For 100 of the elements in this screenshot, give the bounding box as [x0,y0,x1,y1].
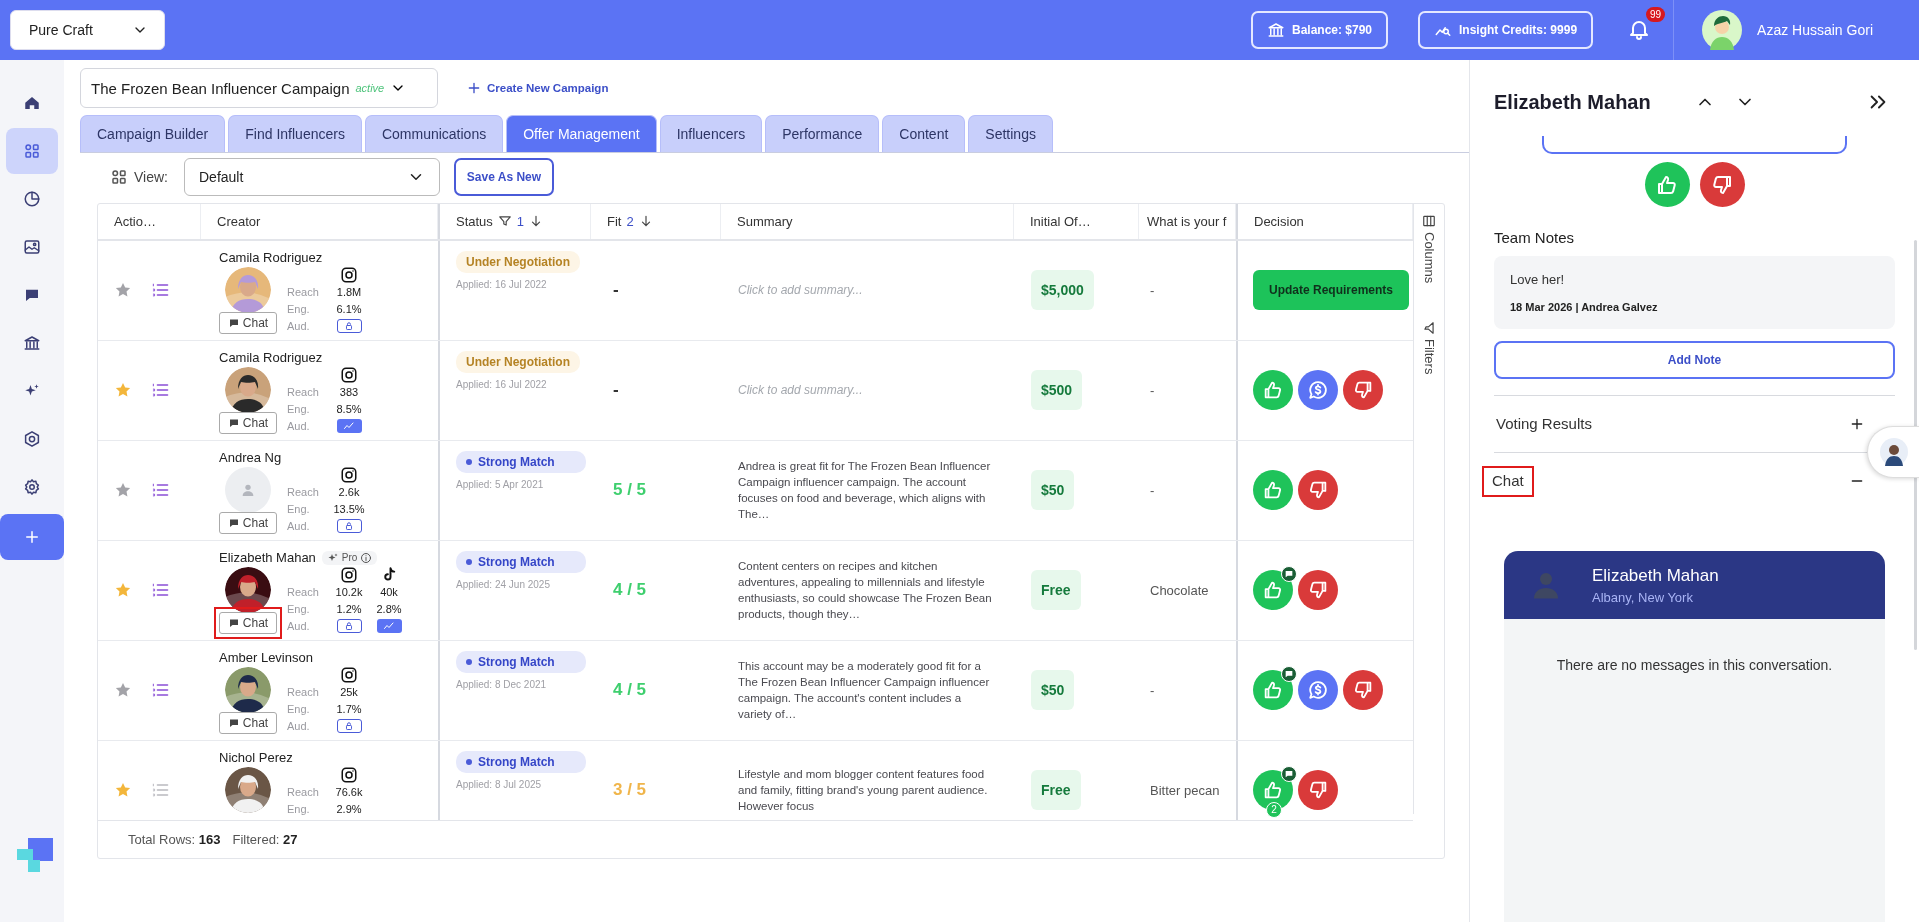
metric-value: 25k [340,686,358,699]
metric-value: 1.2% [336,603,362,616]
thumbs-up-button[interactable] [1644,162,1690,207]
metric-label: Reach [287,786,320,799]
create-campaign-link[interactable]: Create New Campaign [466,80,609,96]
column-header[interactable]: Creator [201,204,438,239]
tab[interactable]: Campaign Builder [80,115,226,152]
pie-chart-icon [23,190,41,208]
creator-name[interactable]: Andrea Ng [219,450,282,466]
thumbs-down-button[interactable] [1343,370,1383,411]
fit-score: 3 / 5 [613,780,647,801]
tab[interactable]: Settings [968,115,1053,152]
creator-name[interactable]: Amber Levinson [219,650,313,666]
column-header[interactable]: Initial Of… [1014,204,1139,239]
lock-icon [343,320,355,333]
section-title[interactable]: Chat [1482,465,1534,497]
offer-amount: $500 [1031,370,1083,411]
thumbs-down-button[interactable] [1699,162,1745,207]
creator-name[interactable]: Camila Rodriguez [219,250,323,266]
creator-name[interactable]: Camila Rodriguez [219,350,323,366]
creator-name[interactable]: Elizabeth Mahan [219,550,316,566]
metric-value: 13.5% [333,503,365,516]
column-header[interactable]: Status 1 [438,204,591,239]
add-button[interactable] [0,514,64,560]
thumbs-down-button[interactable] [1298,770,1338,811]
user-name[interactable]: Azaz Hussain Gori [1757,22,1873,38]
metric-label: Aud. [287,620,311,633]
tab[interactable]: Performance [765,115,880,152]
metric-value: 2.6k [338,486,360,499]
workspace-select[interactable]: Pure Craft [10,10,165,50]
metric-label: Reach [287,286,320,299]
grid-icon [23,142,41,160]
column-header[interactable]: Summary [721,204,1014,239]
audience-lock-button[interactable] [336,519,362,534]
metric-value: 383 [339,386,359,399]
metric-label: Aud. [287,520,311,533]
metric-value: 10.2k [335,586,363,599]
metric-label: Eng. [287,803,311,816]
thumbs-down-button[interactable] [1298,470,1338,511]
filter-icon [497,214,512,229]
chat-head-button[interactable] [1867,426,1919,478]
metric-label: Eng. [287,403,311,416]
tab[interactable]: Find Influencers [228,115,362,152]
notification-count: 99 [1645,7,1666,22]
metric-label: Reach [287,586,320,599]
save-as-new-button[interactable]: Save As New [454,158,554,196]
columns-button[interactable]: Columns [1421,210,1437,288]
chat-button[interactable]: Chat [214,606,282,639]
column-header[interactable]: Actio… [98,204,201,239]
metric-value: 1.8M [336,286,362,299]
dollar-chat-button[interactable] [1298,370,1338,411]
audience-lock-button[interactable] [336,619,362,634]
dollar-chat-icon [1307,379,1329,402]
thumbs-up-button[interactable] [1253,470,1293,511]
note-text: Love her! [1510,272,1566,287]
filters-button[interactable]: Filters [1421,317,1437,379]
answer-text: - [1150,482,1155,498]
status-badge: Strong Match [456,550,586,573]
answer-text: - [1150,282,1155,298]
thumbs-down-button[interactable] [1298,570,1338,611]
chat-contact-location: Albany, New York [1592,589,1694,605]
balance-button[interactable]: Balance: $790 [1250,11,1389,49]
section-title[interactable]: Voting Results [1494,408,1602,440]
offer-amount: Free [1031,770,1081,811]
status-badge: Under Negotiation [456,350,580,373]
update-requirements-button[interactable]: Update Requirements [1253,270,1410,311]
add-note-button[interactable]: Add Note [1494,341,1895,379]
audience-lock-button[interactable] [336,719,362,734]
total-rows: Total Rows: 163 [128,832,221,848]
plus-icon [23,528,41,546]
tab[interactable]: Communications [364,115,504,152]
summary-text: Content centers on recipes and kitchen adventures, appealing to millennials and lifestyle enthusiasts, so could showcase The Frozen Bean products, though they… [738,559,992,623]
audience-lock-button[interactable] [336,319,362,334]
settings-icon [23,478,41,496]
applied-date: Applied: 8 Jul 2025 [456,778,542,790]
bank-icon [1266,21,1285,39]
tab[interactable]: Offer Management [506,115,657,152]
instagram-icon [340,766,358,785]
audience-chart-button[interactable] [376,619,402,634]
metric-value: 2.8% [376,603,402,616]
insight-credits-button[interactable]: Insight Credits: 9999 [1418,11,1594,49]
thumbs-up-button[interactable] [1253,370,1293,411]
fit-score: 4 / 5 [613,680,647,701]
column-header[interactable]: What is your f [1139,204,1236,239]
campaign-select[interactable]: The Frozen Bean Influencer Campaign active [80,68,438,108]
creator-name[interactable]: Nichol Perez [219,750,293,766]
tab[interactable]: Influencers [659,115,763,152]
column-header[interactable]: Decision [1236,204,1413,239]
tab[interactable]: Content [882,115,966,152]
view-select[interactable]: Default [184,158,440,196]
thumbs-down-button[interactable] [1343,670,1383,711]
dollar-chat-button[interactable] [1298,670,1338,711]
column-header[interactable]: Fit 2 [591,204,721,239]
expand-icon[interactable] [1849,416,1865,432]
answer-text: - [1150,682,1155,698]
audience-chart-button[interactable] [336,419,362,434]
applied-date: Applied: 16 Jul 2022 [456,378,547,390]
answer-text: - [1150,382,1155,398]
team-notes-title: Team Notes [1494,229,1576,246]
empty-chat-message: There are no messages in this conversation. [1556,657,1833,675]
